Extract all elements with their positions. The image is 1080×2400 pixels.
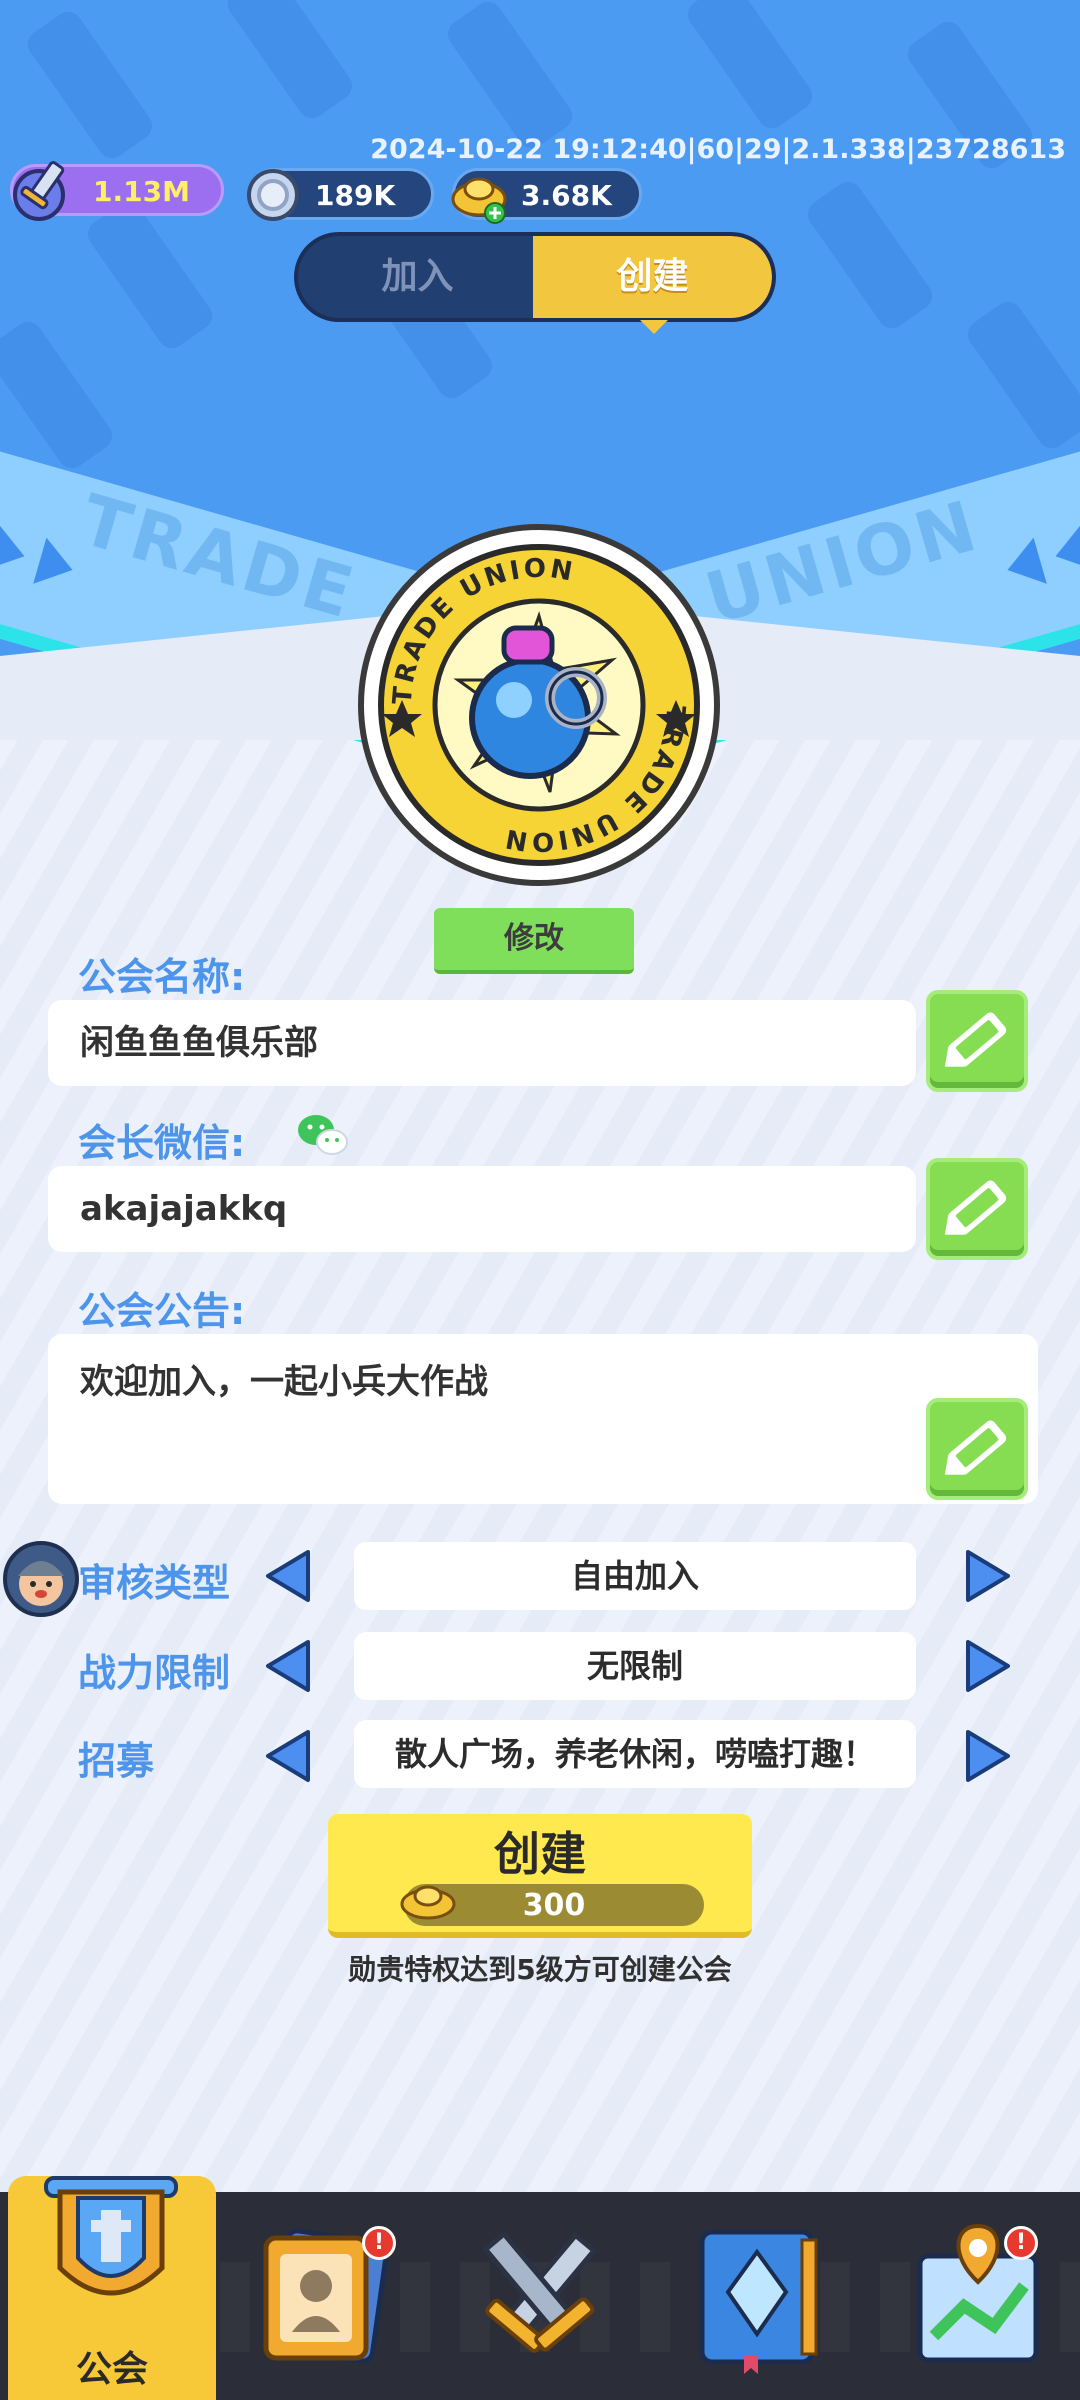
guild-shield-icon [44,2176,178,2296]
guild-name-label: 公会名称: [78,955,246,999]
power-value: 1.13M [93,175,190,208]
power-limit-label: 战力限制 [78,1651,231,1695]
gold-value: 3.68K [521,179,612,212]
guild-name-field[interactable]: 闲鱼鱼鱼俱乐部 [48,1000,916,1086]
create-requirement-hint: 勋贵特权达到5级方可创建公会 [348,1953,732,1986]
review-type-value: 自由加入 [354,1542,916,1610]
edit-notice-button[interactable] [926,1398,1028,1500]
tab-join[interactable]: 加入 [298,236,537,318]
review-type-next-arrow[interactable] [964,1548,1012,1604]
recruit-next-arrow[interactable] [964,1728,1012,1784]
gold-ingot-icon [400,1885,456,1920]
tab-create[interactable]: 创建 [533,236,772,318]
power-display: 1.13M [10,161,224,221]
debug-info-text: 2024-10-22 19:12:40|60|29|2.1.338|237286… [370,134,1066,165]
pencil-icon [944,1420,1007,1475]
edit-guild-name-button[interactable] [926,990,1028,1092]
active-tab-pointer [640,320,668,334]
leader-wechat-field[interactable]: akajajakkq [48,1166,916,1252]
gold-ingot-icon [451,177,507,224]
pencil-icon [944,1180,1007,1235]
gold-display[interactable]: 3.68K [451,168,642,224]
leader-wechat-label: 会长微信: [78,1121,246,1165]
floating-avatar[interactable] [2,1540,80,1618]
wechat-icon [298,1115,348,1155]
create-guild-button[interactable]: 创建 300 [328,1814,752,1938]
power-limit-next-arrow[interactable] [964,1638,1012,1694]
nav-item-battle[interactable] [464,2216,614,2376]
edit-wechat-button[interactable] [926,1158,1028,1260]
create-button-label: 创建 [494,1827,586,1881]
notice-label: 公会公告: [78,1289,246,1333]
silver-coin-icon [247,169,299,221]
coin-display: 189K [247,168,434,221]
recruit-prev-arrow[interactable] [264,1728,312,1784]
sword-shield-icon [13,161,65,221]
recruit-label: 招募 [78,1739,155,1783]
power-limit-prev-arrow[interactable] [264,1638,312,1694]
nav-item-codex[interactable] [682,2216,832,2376]
guild-emblem[interactable]: TRADE UNION TRADE UNION [354,520,724,890]
edit-emblem-button[interactable]: 修改 [434,908,634,974]
review-type-label: 审核类型 [78,1561,231,1605]
nav-label-guild: 公会 [75,2349,148,2390]
review-type-prev-arrow[interactable] [264,1548,312,1604]
coin-value: 189K [315,179,396,212]
recruit-value: 散人广场，养老休闲，唠嗑打趣！ [354,1720,916,1788]
notice-field[interactable]: 欢迎加入，一起小兵大作战 [48,1334,1038,1504]
power-limit-value: 无限制 [354,1632,916,1700]
map-notification-badge: ! [1004,2226,1038,2260]
join-create-tabs: 加入 创建 [294,232,776,322]
pencil-icon [944,1012,1007,1067]
cards-notification-badge: ! [362,2226,396,2260]
